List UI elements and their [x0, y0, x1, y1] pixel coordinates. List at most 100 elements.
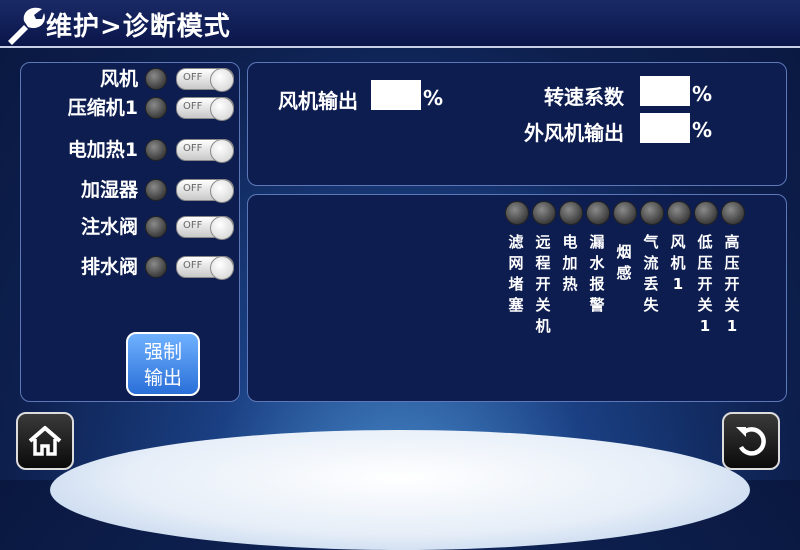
toggle-knob: [210, 97, 234, 121]
toggle-knob: [210, 179, 234, 203]
toggle-knob: [210, 68, 234, 92]
output-row: 排水阀 OFF: [20, 254, 238, 280]
toggle-state: OFF: [183, 260, 203, 271]
force-output-label-2: 输出: [143, 367, 182, 389]
indicator-label-char: 程: [535, 254, 551, 272]
indicator-label-char: 烟: [616, 243, 632, 261]
indicator-label-char: 漏: [589, 233, 605, 251]
indicator-led: [559, 201, 583, 225]
indicator-led: [505, 201, 529, 225]
output-label: 排水阀: [80, 256, 138, 278]
indicator-label-char: 丢: [643, 275, 659, 293]
indicator-label-char: 气: [643, 233, 659, 251]
output-row: 加湿器 OFF: [20, 177, 238, 203]
output-label: 电加热1: [67, 139, 138, 161]
indicator-label: 烟感: [613, 243, 635, 285]
indicator-label-char: 电: [562, 233, 578, 251]
back-button[interactable]: [722, 412, 780, 470]
output-row: 风机 OFF: [20, 66, 238, 92]
indicator-led: [667, 201, 691, 225]
indicator-label-char: 关: [724, 296, 740, 314]
fan-output-label: 风机输出: [278, 89, 358, 113]
status-led: [145, 139, 167, 161]
indicator-led: [694, 201, 718, 225]
indicator-label-char: 压: [724, 254, 740, 272]
indicator-label: 低压开关 1: [694, 233, 716, 338]
output-label: 注水阀: [80, 216, 138, 238]
indicator-label-char: 关: [697, 296, 713, 314]
home-button[interactable]: [16, 412, 74, 470]
wrench-icon: [8, 7, 45, 45]
indicator-label-char: 1: [672, 275, 684, 293]
speed-coef-label: 转速系数: [544, 85, 624, 109]
indicator-label-char: 高: [724, 233, 740, 251]
toggle-state: OFF: [183, 183, 203, 194]
indicator-label-char: 1: [726, 317, 738, 335]
indicator-led: [532, 201, 556, 225]
output-row: 压缩机1 OFF: [20, 95, 238, 121]
indicator-led: [640, 201, 664, 225]
indicator-label-char: 报: [589, 275, 605, 293]
status-led: [145, 68, 167, 90]
output-label: 压缩机1: [67, 97, 138, 119]
force-output-label-1: 强制: [143, 341, 182, 363]
indicator-label-char: 警: [589, 296, 605, 314]
home-icon: [28, 426, 62, 456]
indicator-label: 电加热: [559, 233, 581, 296]
status-led: [145, 179, 167, 201]
toggle-knob: [210, 139, 234, 163]
indicator-label-char: 网: [508, 254, 524, 272]
outdoor-fan-output-unit: %: [692, 118, 713, 142]
indicator-label-char: 压: [697, 254, 713, 272]
indicator-label: 风机 1: [667, 233, 689, 296]
toggle-state: OFF: [183, 220, 203, 231]
output-toggle[interactable]: OFF: [176, 179, 234, 203]
indicator-label-char: 开: [697, 275, 713, 293]
indicator-led: [721, 201, 745, 225]
indicator-label-char: 关: [535, 296, 551, 314]
page-title: 维护>诊断模式: [46, 12, 231, 42]
toggle-knob: [210, 216, 234, 240]
indicator-label-char: 感: [616, 264, 632, 282]
fan-output-field[interactable]: [371, 80, 421, 110]
indicator-label-char: 水: [589, 254, 605, 272]
indicator-label: 远程开关机: [532, 233, 554, 338]
output-toggle[interactable]: OFF: [176, 97, 234, 121]
indicator-label-char: 1: [699, 317, 711, 335]
indicator-label: 漏水报警: [586, 233, 608, 317]
output-toggle[interactable]: OFF: [176, 139, 234, 163]
outdoor-fan-output-field[interactable]: [640, 113, 690, 143]
status-led: [145, 216, 167, 238]
status-led: [145, 256, 167, 278]
indicator-label-char: 堵: [508, 275, 524, 293]
indicator-label: 滤网堵塞: [505, 233, 527, 317]
output-label: 加湿器: [80, 179, 138, 201]
output-toggle[interactable]: OFF: [176, 68, 234, 92]
indicator-label-char: 开: [535, 275, 551, 293]
force-output-button[interactable]: 强制 输出: [126, 332, 200, 396]
toggle-state: OFF: [183, 72, 203, 83]
outdoor-fan-output-label: 外风机输出: [524, 121, 624, 145]
status-led: [145, 97, 167, 119]
indicator-label-char: 加: [562, 254, 578, 272]
indicator-label-char: 风: [670, 233, 686, 251]
indicator-label-char: 机: [535, 317, 551, 335]
indicator-label-char: 低: [697, 233, 713, 251]
indicator-label-char: 热: [562, 275, 578, 293]
indicator-label-char: 开: [724, 275, 740, 293]
output-row: 注水阀 OFF: [20, 214, 238, 240]
output-toggle[interactable]: OFF: [176, 256, 234, 280]
speed-coef-unit: %: [692, 82, 713, 106]
bottom-decoration: [50, 430, 750, 550]
output-label: 风机: [99, 68, 138, 90]
indicator-label: 高压开关 1: [721, 233, 743, 338]
fan-output-unit: %: [423, 86, 444, 110]
toggle-knob: [210, 256, 234, 280]
indicator-label-char: 滤: [508, 233, 524, 251]
speed-coef-field[interactable]: [640, 76, 690, 106]
indicator-label-char: 流: [643, 254, 659, 272]
indicator-label-char: 失: [643, 296, 659, 314]
indicator-label-char: 机: [670, 254, 686, 272]
output-row: 电加热1 OFF: [20, 137, 238, 163]
output-toggle[interactable]: OFF: [176, 216, 234, 240]
